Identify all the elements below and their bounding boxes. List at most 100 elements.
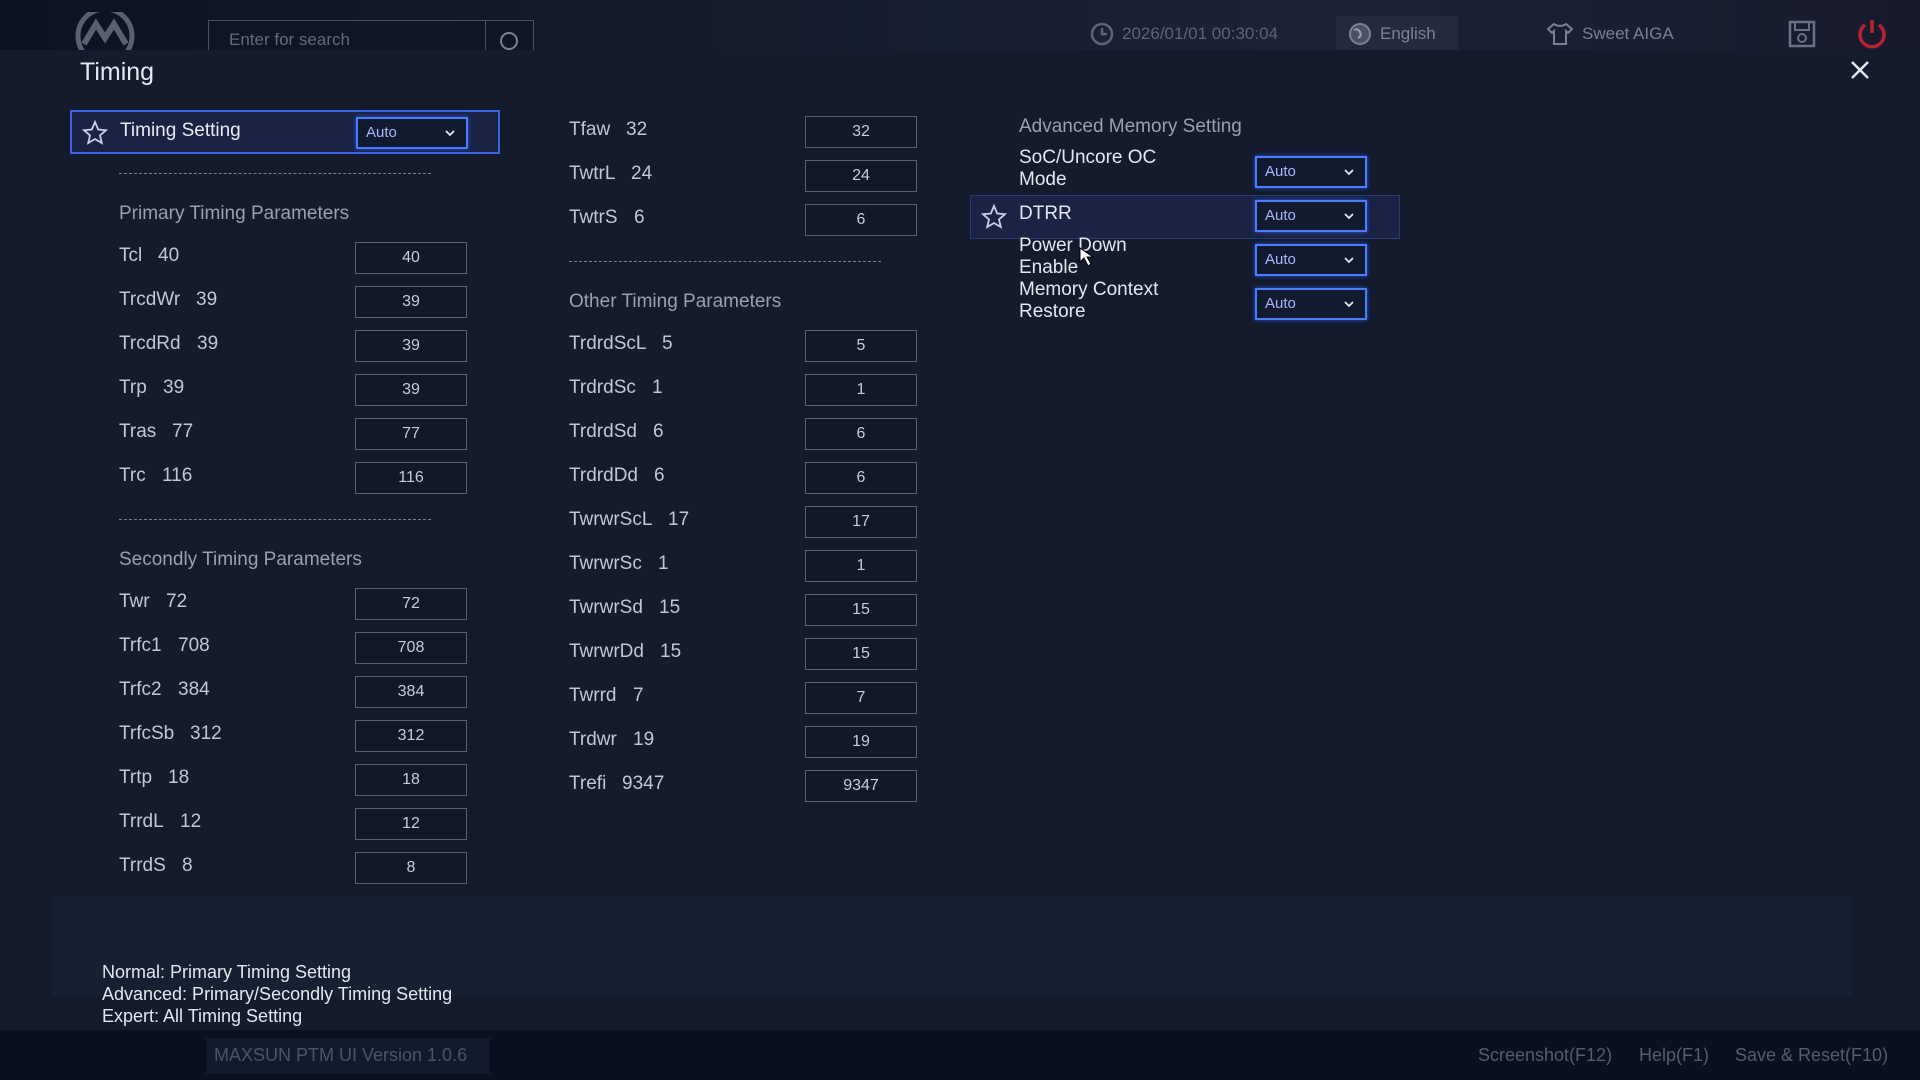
timing-param-name: TwtrL bbox=[569, 163, 616, 184]
timing-param-input[interactable]: 9347 bbox=[805, 770, 917, 802]
divider bbox=[569, 261, 881, 262]
timing-param-input[interactable]: 15 bbox=[805, 594, 917, 626]
timing-param-input[interactable]: 1 bbox=[805, 550, 917, 582]
timing-param-name: TwrwrScL bbox=[569, 509, 653, 530]
search-button[interactable] bbox=[485, 21, 533, 50]
soc-uncore-dropdown[interactable]: Auto bbox=[1255, 156, 1367, 188]
timing-panel: Timing Timing Setting Auto Primary Timin… bbox=[0, 50, 1920, 1030]
star-icon[interactable] bbox=[82, 120, 108, 146]
search-input[interactable] bbox=[209, 21, 485, 50]
datetime-display: 2026/01/01 00:30:04 bbox=[1090, 22, 1278, 46]
timing-param-input[interactable]: 7 bbox=[805, 682, 917, 714]
clock-icon bbox=[1090, 22, 1114, 46]
timing-param-name: TrcdRd bbox=[119, 333, 181, 354]
timing-param-input[interactable]: 32 bbox=[805, 116, 917, 148]
timing-param-name: Trp bbox=[119, 377, 147, 398]
close-icon[interactable] bbox=[1848, 58, 1872, 82]
chevron-down-icon bbox=[1344, 257, 1354, 264]
theme-selector[interactable]: Sweet AIGA bbox=[1546, 22, 1674, 46]
language-selector[interactable]: English bbox=[1348, 22, 1436, 46]
timing-setting-label: Timing Setting bbox=[120, 120, 241, 141]
timing-param-current: 6 bbox=[634, 207, 645, 228]
timing-param-input[interactable]: 24 bbox=[805, 160, 917, 192]
timing-param-input[interactable]: 18 bbox=[355, 764, 467, 796]
timing-param-input[interactable]: 312 bbox=[355, 720, 467, 752]
timing-param-current: 1 bbox=[658, 553, 669, 574]
timing-param-current: 5 bbox=[662, 333, 673, 354]
timing-param-current: 6 bbox=[654, 465, 665, 486]
timing-param-input[interactable]: 19 bbox=[805, 726, 917, 758]
timing-param-input[interactable]: 116 bbox=[355, 462, 467, 494]
chevron-down-icon bbox=[1344, 301, 1354, 308]
timing-param-input[interactable]: 39 bbox=[355, 374, 467, 406]
timing-param-input[interactable]: 12 bbox=[355, 808, 467, 840]
language-text: English bbox=[1380, 24, 1436, 43]
timing-param-input[interactable]: 6 bbox=[805, 462, 917, 494]
timing-param-input[interactable]: 1 bbox=[805, 374, 917, 406]
timing-param-current: 116 bbox=[162, 465, 193, 486]
timing-param-input[interactable]: 40 bbox=[355, 242, 467, 274]
primary-section-title: Primary Timing Parameters bbox=[119, 203, 350, 224]
timing-param-current: 8 bbox=[182, 855, 193, 876]
timing-param-name: TwrwrSc bbox=[569, 553, 642, 574]
dropdown-value: Auto bbox=[1265, 295, 1296, 312]
timing-param-input[interactable]: 17 bbox=[805, 506, 917, 538]
timing-param-name: Trtp bbox=[119, 767, 153, 788]
timing-param-current: 32 bbox=[626, 119, 648, 140]
logo-icon bbox=[75, 12, 135, 50]
star-icon[interactable] bbox=[981, 204, 1007, 230]
power-icon[interactable] bbox=[1855, 17, 1889, 50]
power-down-dropdown[interactable]: Auto bbox=[1255, 244, 1367, 276]
timing-param-name: Trfc2 bbox=[119, 679, 162, 700]
globe-icon bbox=[1349, 23, 1371, 45]
timing-param-name: Twr bbox=[119, 591, 150, 612]
timing-param-current: 12 bbox=[180, 811, 202, 832]
memory-context-dropdown[interactable]: Auto bbox=[1255, 288, 1367, 320]
timing-param-current: 24 bbox=[631, 163, 653, 184]
timing-param-name: TrdrdDd bbox=[569, 465, 638, 486]
theme-text: Sweet AIGA bbox=[1582, 24, 1674, 43]
advanced-label-line2: Mode bbox=[1019, 169, 1067, 190]
timing-param-input[interactable]: 15 bbox=[805, 638, 917, 670]
timing-param-input[interactable]: 6 bbox=[805, 204, 917, 236]
timing-param-input[interactable]: 8 bbox=[355, 852, 467, 884]
timing-param-input[interactable]: 39 bbox=[355, 286, 467, 318]
save-reset-button[interactable]: Save & Reset(F10) bbox=[1735, 1045, 1888, 1066]
timing-param-current: 39 bbox=[163, 377, 185, 398]
timing-param-current: 7 bbox=[633, 685, 644, 706]
timing-param-current: 384 bbox=[178, 679, 210, 700]
dropdown-value: Auto bbox=[1265, 207, 1296, 224]
timing-param-input[interactable]: 6 bbox=[805, 418, 917, 450]
timing-param-input[interactable]: 384 bbox=[355, 676, 467, 708]
advanced-label-line2: Enable bbox=[1019, 257, 1079, 278]
search-box bbox=[208, 20, 534, 50]
timing-param-name: TrrdS bbox=[119, 855, 166, 876]
search-icon bbox=[499, 32, 518, 50]
help-button[interactable]: Help(F1) bbox=[1639, 1045, 1709, 1066]
timing-param-current: 77 bbox=[172, 421, 194, 442]
timing-param-name: Tcl bbox=[119, 245, 143, 266]
timing-param-input[interactable]: 39 bbox=[355, 330, 467, 362]
version-text: MAXSUN PTM UI Version 1.0.6 bbox=[214, 1045, 468, 1065]
timing-param-current: 17 bbox=[668, 509, 690, 530]
timing-param-current: 6 bbox=[653, 421, 664, 442]
timing-param-name: Trc bbox=[119, 465, 146, 486]
timing-param-input[interactable]: 77 bbox=[355, 418, 467, 450]
advanced-label-line1: SoC/Uncore OC bbox=[1019, 147, 1157, 168]
page-title: Timing bbox=[80, 58, 155, 86]
timing-param-input[interactable]: 72 bbox=[355, 588, 467, 620]
timing-param-current: 19 bbox=[633, 729, 655, 750]
timing-param-name: Trefi bbox=[569, 773, 607, 794]
legend-box: Normal: Primary Timing Setting Advanced:… bbox=[52, 896, 1852, 1004]
timing-setting-row[interactable]: Timing Setting Auto bbox=[70, 110, 500, 154]
shirt-icon bbox=[1546, 22, 1574, 45]
save-icon[interactable] bbox=[1788, 20, 1816, 48]
timing-param-name: TrrdL bbox=[119, 811, 164, 832]
timing-setting-dropdown[interactable]: Auto bbox=[356, 117, 468, 149]
timing-param-current: 708 bbox=[178, 635, 210, 656]
timing-param-input[interactable]: 708 bbox=[355, 632, 467, 664]
timing-param-input[interactable]: 5 bbox=[805, 330, 917, 362]
screenshot-button[interactable]: Screenshot(F12) bbox=[1478, 1045, 1612, 1066]
dtrr-dropdown[interactable]: Auto bbox=[1255, 200, 1367, 232]
other-section-title: Other Timing Parameters bbox=[569, 291, 782, 312]
